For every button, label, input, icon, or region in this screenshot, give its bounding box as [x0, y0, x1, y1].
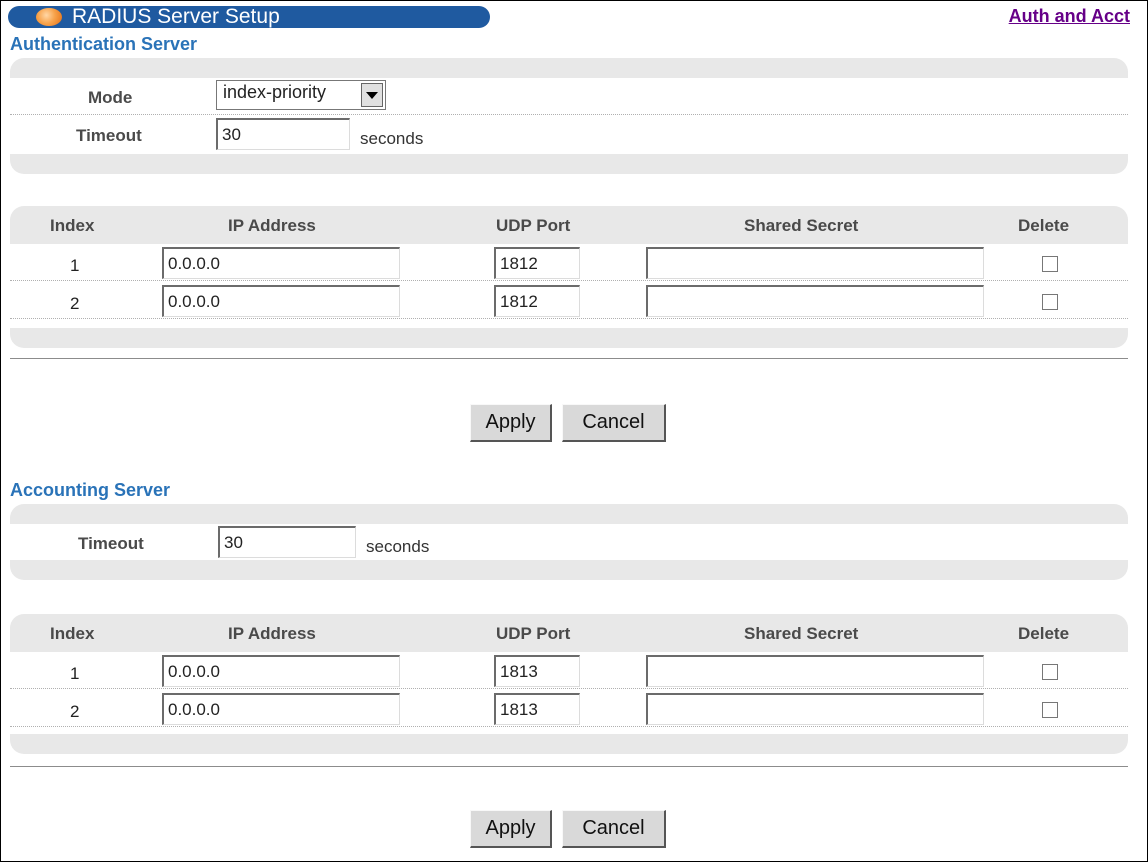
acct-settings-panel: Timeout 30 seconds — [10, 504, 1128, 580]
ip-address-input[interactable]: 0.0.0.0 — [162, 655, 400, 687]
auth-cancel-button[interactable]: Cancel — [562, 404, 666, 442]
auth-row-2: 2 0.0.0.0 1812 — [10, 282, 1128, 319]
udp-port-input[interactable]: 1812 — [494, 247, 580, 279]
row-index: 1 — [70, 664, 80, 683]
auth-timeout-unit: seconds — [360, 129, 424, 148]
auth-and-acct-link[interactable]: Auth and Acct — [1009, 6, 1130, 27]
authentication-server-heading: Authentication Server — [10, 34, 198, 54]
delete-checkbox[interactable] — [1042, 294, 1058, 310]
acct-row-2: 2 0.0.0.0 1813 — [10, 690, 1128, 727]
accounting-server-heading: Accounting Server — [10, 480, 171, 500]
auth-table-header: Index IP Address UDP Port Shared Secret … — [10, 206, 1128, 244]
divider — [10, 358, 1128, 359]
divider — [10, 766, 1128, 767]
udp-port-input[interactable]: 1813 — [494, 655, 580, 687]
acct-timeout-input[interactable]: 30 — [218, 526, 356, 558]
auth-server-table: Index IP Address UDP Port Shared Secret … — [10, 206, 1128, 348]
acct-server-table: Index IP Address UDP Port Shared Secret … — [10, 614, 1128, 754]
delete-checkbox[interactable] — [1042, 256, 1058, 272]
acct-apply-button[interactable]: Apply — [470, 810, 552, 848]
acct-timeout-row: Timeout 30 seconds — [10, 524, 1128, 560]
page-title: RADIUS Server Setup — [72, 5, 280, 28]
mode-label: Mode — [88, 88, 133, 107]
auth-apply-button[interactable]: Apply — [470, 404, 552, 442]
auth-row-1: 1 0.0.0.0 1812 — [10, 244, 1128, 281]
row-index: 2 — [70, 702, 80, 721]
auth-mode-row: Mode index-priority — [10, 78, 1128, 115]
row-index: 1 — [70, 256, 80, 275]
col-index: Index — [50, 624, 95, 643]
shared-secret-input[interactable] — [646, 693, 984, 725]
col-ip-address: IP Address — [228, 624, 316, 643]
acct-table-header: Index IP Address UDP Port Shared Secret … — [10, 614, 1128, 652]
chevron-down-icon[interactable] — [361, 83, 383, 107]
ip-address-input[interactable]: 0.0.0.0 — [162, 285, 400, 317]
delete-checkbox[interactable] — [1042, 702, 1058, 718]
col-udp-port: UDP Port — [496, 216, 571, 235]
ip-address-input[interactable]: 0.0.0.0 — [162, 247, 400, 279]
auth-timeout-row: Timeout 30 seconds — [10, 116, 1128, 152]
mode-select-value: index-priority — [223, 82, 327, 102]
col-udp-port: UDP Port — [496, 624, 571, 643]
auth-settings-panel: Mode index-priority Timeout 30 seconds — [10, 58, 1128, 174]
col-delete: Delete — [1018, 624, 1070, 643]
shared-secret-input[interactable] — [646, 655, 984, 687]
acct-cancel-button[interactable]: Cancel — [562, 810, 666, 848]
mode-select[interactable]: index-priority — [216, 80, 386, 110]
col-index: Index — [50, 216, 95, 235]
acct-row-1: 1 0.0.0.0 1813 — [10, 652, 1128, 689]
timeout-label: Timeout — [76, 126, 142, 145]
row-index: 2 — [70, 294, 80, 313]
udp-port-input[interactable]: 1813 — [494, 693, 580, 725]
orange-orb-icon — [36, 8, 62, 26]
acct-timeout-unit: seconds — [366, 537, 430, 556]
udp-port-input[interactable]: 1812 — [494, 285, 580, 317]
col-delete: Delete — [1018, 216, 1070, 235]
timeout-label: Timeout — [78, 534, 144, 553]
col-ip-address: IP Address — [228, 216, 316, 235]
shared-secret-input[interactable] — [646, 285, 984, 317]
ip-address-input[interactable]: 0.0.0.0 — [162, 693, 400, 725]
delete-checkbox[interactable] — [1042, 664, 1058, 680]
shared-secret-input[interactable] — [646, 247, 984, 279]
col-shared-secret: Shared Secret — [744, 216, 859, 235]
title-bar: RADIUS Server Setup — [8, 6, 490, 28]
auth-timeout-input[interactable]: 30 — [216, 118, 350, 150]
col-shared-secret: Shared Secret — [744, 624, 859, 643]
